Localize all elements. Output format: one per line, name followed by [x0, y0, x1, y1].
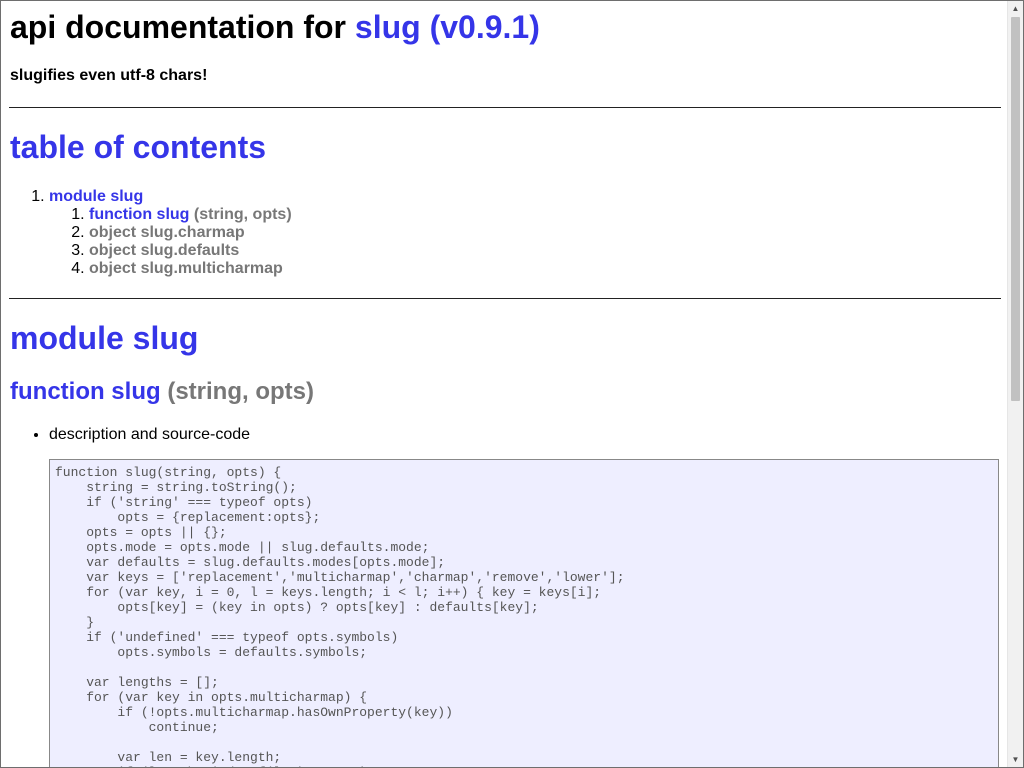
- toc-link-module-slug[interactable]: module slug: [49, 188, 143, 205]
- toc-item-object-defaults: object slug.defaults: [89, 242, 292, 260]
- title-prefix: api documentation for: [10, 9, 355, 45]
- divider: [9, 298, 1001, 299]
- title-package-link[interactable]: slug (v0.9.1): [355, 9, 540, 45]
- toc-link-object-defaults[interactable]: object slug.defaults: [89, 242, 239, 259]
- description-list: description and source-code: [9, 426, 250, 444]
- triangle-down-icon[interactable]: ▼: [1008, 752, 1023, 767]
- toc-link-function-slug[interactable]: function slug: [89, 206, 189, 223]
- toc-heading: table of contents: [10, 129, 267, 165]
- module-heading[interactable]: module slug: [10, 320, 198, 357]
- toc-link-object-charmap[interactable]: object slug.charmap: [89, 224, 245, 241]
- browser-viewport: api documentation for slug (v0.9.1) slug…: [0, 0, 1024, 768]
- toc-item-module-slug: module slug function slug (string, opts)…: [49, 188, 292, 278]
- scrollbar-thumb[interactable]: [1011, 17, 1020, 401]
- description-item: description and source-code: [49, 426, 250, 444]
- source-code-block[interactable]: function slug(string, opts) { string = s…: [49, 459, 999, 767]
- function-heading: function slug (string, opts): [10, 378, 314, 406]
- toc-sublist: function slug (string, opts) object slug…: [49, 206, 292, 278]
- function-signature: (string, opts): [160, 378, 314, 405]
- package-description: slugifies even utf-8 chars!: [10, 67, 208, 84]
- toc-function-signature: (string, opts): [189, 206, 292, 223]
- toc-item-object-charmap: object slug.charmap: [89, 224, 292, 242]
- page-title: api documentation for slug (v0.9.1): [10, 9, 540, 46]
- triangle-up-icon[interactable]: ▲: [1008, 1, 1023, 16]
- function-name-link[interactable]: function slug: [10, 378, 161, 405]
- divider: [9, 107, 1001, 108]
- toc-link-object-multicharmap[interactable]: object slug.multicharmap: [89, 260, 283, 277]
- toc-item-function-slug: function slug (string, opts): [89, 206, 292, 224]
- toc-item-object-multicharmap: object slug.multicharmap: [89, 260, 292, 278]
- vertical-scrollbar[interactable]: ▲ ▼: [1007, 1, 1023, 767]
- toc-list: module slug function slug (string, opts)…: [9, 188, 292, 278]
